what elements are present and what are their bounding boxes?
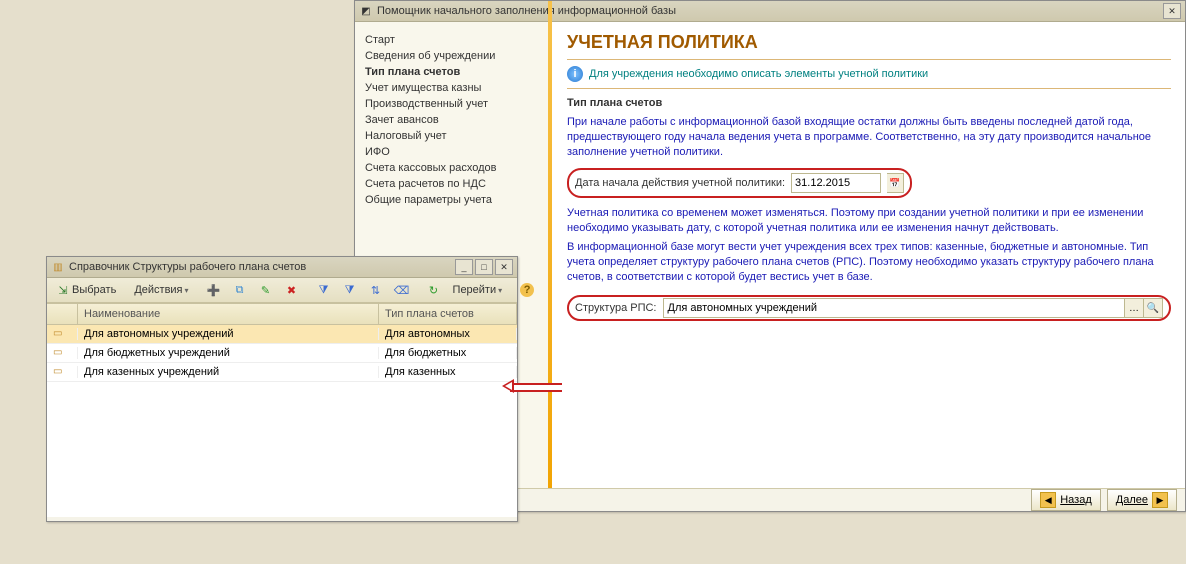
nav-item[interactable]: Производственный учет — [365, 96, 543, 112]
wizard-title: Помощник начального заполнения информаци… — [377, 5, 676, 17]
rps-input[interactable]: Для автономных учреждений … 🔍 — [663, 298, 1164, 318]
nav-item[interactable]: Счета кассовых расходов — [365, 160, 543, 176]
pencil-icon: ✎ — [259, 283, 273, 297]
copy-icon: ⧉ — [233, 283, 247, 297]
goto-button[interactable]: Перейти▾ — [448, 280, 508, 300]
refresh-icon: ↻ — [427, 283, 441, 297]
app-icon: ◩ — [359, 4, 373, 18]
reference-toolbar: ⇲ Выбрать Действия▾ ➕ ⧉ ✎ ✖ ⧩ ⧩ ⇅ ⌫ ↻ Пе… — [47, 278, 517, 303]
hint-text: Для учреждения необходимо описать элемен… — [589, 68, 928, 80]
copy-button[interactable]: ⧉ — [228, 280, 252, 300]
rps-label: Структура РПС: — [575, 302, 657, 314]
funnel-icon: ⧩ — [317, 283, 331, 297]
nav-item[interactable]: ИФО — [365, 144, 543, 160]
close-icon[interactable]: ✕ — [1163, 3, 1181, 19]
rps-callout: Структура РПС: Для автономных учреждений… — [567, 295, 1171, 321]
calendar-icon[interactable]: 📅 — [887, 173, 904, 193]
para-3: В информационной базе могут вести учет у… — [567, 238, 1171, 287]
sort-button[interactable]: ⇅ — [364, 280, 388, 300]
cell-name: Для бюджетных учреждений — [78, 347, 379, 359]
row-icon: ▭ — [53, 347, 67, 359]
date-input[interactable] — [791, 173, 881, 193]
filter-button[interactable]: ⧩ — [312, 280, 336, 300]
help-icon: ? — [520, 283, 534, 297]
filter2-button[interactable]: ⧩ — [338, 280, 362, 300]
col-type[interactable]: Тип плана счетов — [379, 304, 517, 324]
wizard-content: УЧЕТНАЯ ПОЛИТИКА i Для учреждения необхо… — [552, 22, 1185, 490]
nav-item[interactable]: Счета расчетов по НДС — [365, 176, 543, 192]
help-button[interactable]: ? — [515, 280, 539, 300]
sort-icon: ⇅ — [369, 283, 383, 297]
edit-button[interactable]: ✎ — [254, 280, 278, 300]
add-button[interactable]: ➕ — [202, 280, 226, 300]
info-icon: i — [567, 66, 583, 82]
search-icon[interactable]: 🔍 — [1143, 299, 1162, 317]
select-icon: ⇲ — [56, 283, 70, 297]
minimize-icon[interactable]: _ — [455, 259, 473, 275]
nav-item[interactable]: Общие параметры учета — [365, 192, 543, 208]
actions-button[interactable]: Действия▾ — [129, 280, 193, 300]
nav-item[interactable]: Учет имущества казны — [365, 80, 543, 96]
row-icon: ▭ — [53, 366, 67, 378]
reference-grid: Наименование Тип плана счетов ▭ Для автон… — [47, 303, 517, 517]
next-button[interactable]: Далее ▶ — [1107, 489, 1177, 511]
section-heading: Тип плана счетов — [567, 89, 1171, 113]
reference-window: ▥ Справочник Структуры рабочего плана сч… — [46, 256, 518, 522]
table-row[interactable]: ▭ Для бюджетных учрежденийДля бюджетных — [47, 344, 517, 363]
select-button[interactable]: ⇲ Выбрать — [51, 280, 121, 300]
row-icon: ▭ — [53, 328, 67, 340]
reference-title: Справочник Структуры рабочего плана счет… — [69, 261, 306, 273]
cell-name: Для казенных учреждений — [78, 366, 379, 378]
clear-filter-button[interactable]: ⌫ — [390, 280, 414, 300]
rps-value: Для автономных учреждений — [664, 302, 1125, 314]
reference-titlebar[interactable]: ▥ Справочник Структуры рабочего плана сч… — [47, 257, 517, 278]
list-icon: ▥ — [51, 260, 65, 274]
para-2: Учетная политика со временем может измен… — [567, 204, 1171, 238]
nav-item[interactable]: Налоговый учет — [365, 128, 543, 144]
table-row[interactable]: ▭ Для автономных учрежденийДля автономных — [47, 325, 517, 344]
refresh-button[interactable]: ↻ — [422, 280, 446, 300]
grid-header: Наименование Тип плана счетов — [47, 304, 517, 325]
delete-button[interactable]: ✖ — [280, 280, 304, 300]
nav-item[interactable]: Старт — [365, 32, 543, 48]
col-marker[interactable] — [47, 304, 78, 324]
hint-row: i Для учреждения необходимо описать элем… — [567, 60, 1171, 89]
arrow-right-icon: ▶ — [1152, 492, 1168, 508]
nav-item[interactable]: Зачет авансов — [365, 112, 543, 128]
cell-type: Для автономных — [379, 328, 517, 340]
page-title: УЧЕТНАЯ ПОЛИТИКА — [567, 22, 1171, 60]
wizard-titlebar[interactable]: ◩ Помощник начального заполнения информа… — [355, 1, 1185, 22]
arrow-left-icon: ◀ — [1040, 492, 1056, 508]
delete-icon: ✖ — [285, 283, 299, 297]
ellipsis-icon[interactable]: … — [1124, 299, 1143, 317]
col-name[interactable]: Наименование — [78, 304, 379, 324]
clear-icon: ⌫ — [395, 283, 409, 297]
plus-icon: ➕ — [207, 283, 221, 297]
cell-name: Для автономных учреждений — [78, 328, 379, 340]
nav-item[interactable]: Тип плана счетов — [365, 64, 543, 80]
maximize-icon[interactable]: □ — [475, 259, 493, 275]
table-row[interactable]: ▭ Для казенных учрежденийДля казенных — [47, 363, 517, 382]
para-1: При начале работы с информационной базой… — [567, 113, 1171, 162]
back-button[interactable]: ◀ Назад — [1031, 489, 1101, 511]
cell-type: Для казенных — [379, 366, 517, 378]
close-icon[interactable]: ✕ — [495, 259, 513, 275]
date-callout: Дата начала действия учетной политики: 📅 — [567, 168, 912, 198]
date-label: Дата начала действия учетной политики: — [575, 177, 785, 189]
grid-body[interactable]: ▭ Для автономных учрежденийДля автономных… — [47, 325, 517, 517]
nav-item[interactable]: Сведения об учреждении — [365, 48, 543, 64]
cell-type: Для бюджетных — [379, 347, 517, 359]
funnel2-icon: ⧩ — [343, 283, 357, 297]
